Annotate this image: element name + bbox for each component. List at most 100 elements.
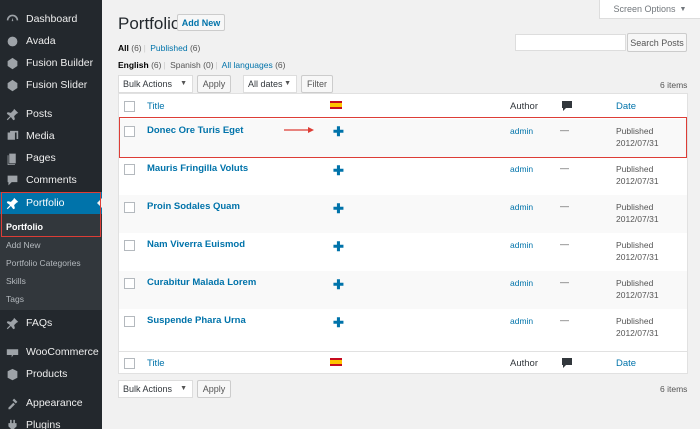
search-input[interactable]	[515, 34, 626, 51]
apply-button-bottom[interactable]: Apply	[197, 380, 231, 398]
lang-all[interactable]: All languages	[222, 60, 273, 70]
row-checkbox[interactable]	[124, 126, 135, 137]
bulk-actions-select-bottom[interactable]: Bulk Actions ▼	[118, 380, 193, 398]
chevron-down-icon: ▼	[284, 80, 291, 87]
view-published[interactable]: Published	[150, 43, 187, 53]
add-translation-icon[interactable]: ✚	[333, 125, 344, 138]
author-link[interactable]: admin	[510, 278, 533, 288]
column-date-header[interactable]: Date	[616, 101, 636, 112]
menu-item-faqs[interactable]: FAQs	[0, 312, 102, 334]
avada-icon	[5, 34, 19, 48]
menu-label: Media	[26, 130, 55, 142]
menu-label: Appearance	[26, 397, 83, 409]
menu-item-avada[interactable]: Avada	[0, 30, 102, 52]
add-translation-icon[interactable]: ✚	[333, 316, 344, 329]
post-date: Published 2012/07/31	[616, 315, 659, 339]
add-translation-icon[interactable]: ✚	[333, 240, 344, 253]
lang-english-count: (6)	[151, 60, 162, 70]
author-link[interactable]: admin	[510, 164, 533, 174]
woocommerce-icon	[5, 345, 19, 359]
search-posts-button[interactable]: Search Posts	[627, 33, 687, 52]
post-title-link[interactable]: Nam Viverra Euismod	[147, 239, 245, 250]
submenu-item-add-new[interactable]: Add New	[6, 240, 41, 250]
menu-item-appearance[interactable]: Appearance	[0, 392, 102, 414]
post-date: Published 2012/07/31	[616, 277, 659, 301]
posts-table: Title Author Date Donec Ore Turis Eget ✚…	[118, 93, 688, 374]
menu-item-media[interactable]: Media	[0, 125, 102, 147]
menu-item-pages[interactable]: Pages	[0, 147, 102, 169]
post-status: Published	[616, 126, 654, 136]
row-checkbox[interactable]	[124, 278, 135, 289]
spanish-flag-icon	[330, 101, 342, 109]
submenu-item-portfolio[interactable]: Portfolio	[6, 222, 43, 232]
menu-item-fusion-slider[interactable]: Fusion Slider	[0, 74, 102, 96]
comment-count: —	[560, 315, 569, 325]
items-count-bottom: 6 items	[660, 384, 688, 394]
plugins-icon	[5, 418, 19, 429]
post-date-value: 2012/07/31	[616, 214, 659, 224]
author-link[interactable]: admin	[510, 202, 533, 212]
comment-bubble-icon	[562, 358, 572, 368]
menu-item-plugins[interactable]: Plugins	[0, 414, 102, 429]
comment-count: —	[560, 125, 569, 135]
comments-icon	[5, 173, 19, 187]
row-checkbox[interactable]	[124, 316, 135, 327]
column-title-footer[interactable]: Title	[147, 358, 165, 369]
table-row: Mauris Fringilla Voluts ✚ admin — Publis…	[119, 157, 687, 195]
table-row: Curabitur Malada Lorem ✚ admin — Publish…	[119, 271, 687, 309]
menu-item-products[interactable]: Products	[0, 363, 102, 385]
menu-label: Posts	[26, 108, 53, 120]
post-title-link[interactable]: Mauris Fringilla Voluts	[147, 163, 248, 174]
column-title-header[interactable]: Title	[147, 101, 165, 112]
author-link[interactable]: admin	[510, 126, 533, 136]
lang-spanish[interactable]: Spanish	[170, 60, 201, 70]
chevron-down-icon: ▼	[180, 80, 187, 87]
post-status: Published	[616, 164, 654, 174]
view-all[interactable]: All	[118, 43, 129, 53]
submenu-item-skills[interactable]: Skills	[6, 276, 26, 286]
select-all-checkbox[interactable]	[124, 358, 135, 369]
apply-button[interactable]: Apply	[197, 75, 231, 93]
row-checkbox[interactable]	[124, 164, 135, 175]
menu-item-posts[interactable]: Posts	[0, 103, 102, 125]
submenu-item-portfolio-categories[interactable]: Portfolio Categories	[6, 258, 81, 268]
submenu-item-tags[interactable]: Tags	[6, 294, 24, 304]
pages-icon	[5, 151, 19, 165]
filter-button[interactable]: Filter	[301, 75, 333, 93]
menu-label: Dashboard	[26, 13, 78, 25]
select-all-checkbox[interactable]	[124, 101, 135, 112]
add-translation-icon[interactable]: ✚	[333, 164, 344, 177]
row-checkbox[interactable]	[124, 202, 135, 213]
menu-item-fusion-builder[interactable]: Fusion Builder	[0, 52, 102, 74]
lang-english[interactable]: English	[118, 60, 149, 70]
menu-label: WooCommerce	[26, 346, 99, 358]
menu-item-portfolio[interactable]: Portfolio	[0, 192, 102, 214]
menu-label: Products	[26, 368, 68, 380]
post-status: Published	[616, 240, 654, 250]
menu-label: Fusion Builder	[26, 57, 94, 69]
menu-item-woocommerce[interactable]: WooCommerce	[0, 341, 102, 363]
post-title-link[interactable]: Suspende Phara Urna	[147, 315, 246, 326]
table-row: Proin Sodales Quam ✚ admin — Published 20…	[119, 195, 687, 233]
pin-icon	[5, 316, 19, 330]
view-published-count: (6)	[189, 43, 201, 53]
menu-item-dashboard[interactable]: Dashboard	[0, 8, 102, 30]
bulk-actions-select[interactable]: Bulk Actions ▼	[118, 75, 193, 93]
post-title-link[interactable]: Donec Ore Turis Eget	[147, 125, 243, 136]
author-link[interactable]: admin	[510, 240, 533, 250]
post-title-link[interactable]: Proin Sodales Quam	[147, 201, 240, 212]
add-translation-icon[interactable]: ✚	[333, 202, 344, 215]
screen-options-button[interactable]: Screen Options ▼	[599, 0, 700, 19]
menu-item-comments[interactable]: Comments	[0, 169, 102, 191]
row-checkbox[interactable]	[124, 240, 135, 251]
post-title-link[interactable]: Curabitur Malada Lorem	[147, 277, 256, 288]
chevron-down-icon: ▼	[180, 385, 187, 392]
add-new-button[interactable]: Add New	[177, 14, 225, 31]
add-translation-icon[interactable]: ✚	[333, 278, 344, 291]
menu-label: Plugins	[26, 419, 61, 429]
post-date-value: 2012/07/31	[616, 176, 659, 186]
column-date-footer[interactable]: Date	[616, 358, 636, 369]
dates-select[interactable]: All dates ▼	[243, 75, 297, 93]
author-link[interactable]: admin	[510, 316, 533, 326]
admin-sidebar: Dashboard Avada Fusion Builder Fusion Sl…	[0, 0, 102, 429]
